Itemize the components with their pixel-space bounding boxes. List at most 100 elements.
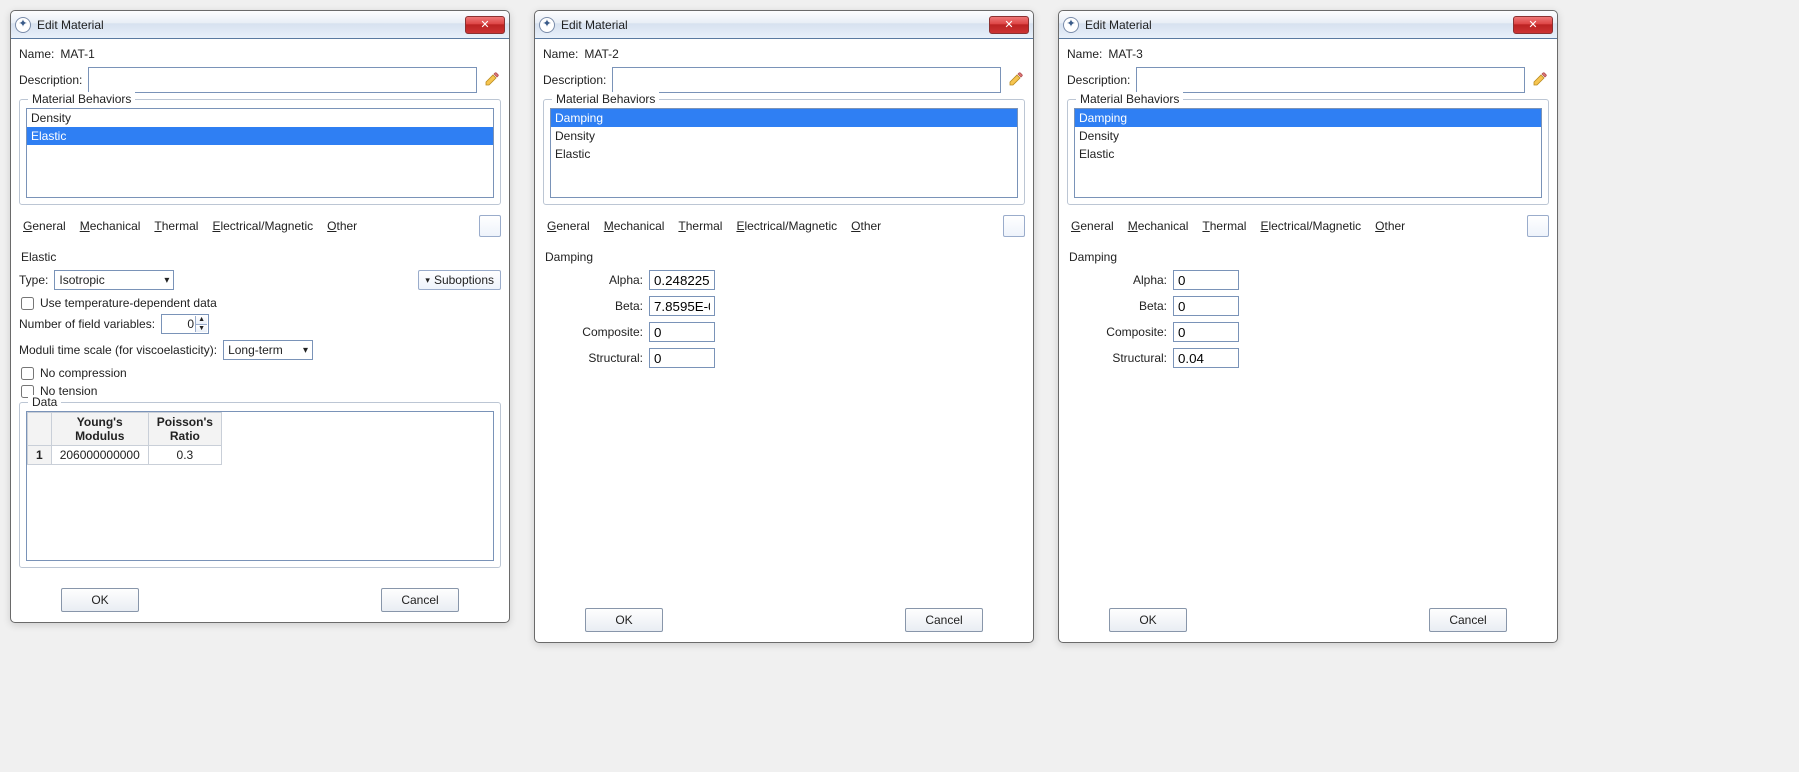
behavior-item-damping[interactable]: Damping bbox=[1075, 109, 1541, 127]
cancel-button[interactable]: Cancel bbox=[905, 608, 983, 632]
name-value: MAT-3 bbox=[1108, 47, 1142, 61]
dialog-body: Name:MAT-2 Description: Material Behaviors… bbox=[535, 39, 1033, 600]
edit-behaviors-button[interactable] bbox=[1527, 215, 1549, 237]
damping-composite-input[interactable] bbox=[649, 322, 715, 342]
type-select-value: Isotropic bbox=[59, 273, 104, 287]
menu-general[interactable]: General bbox=[1071, 219, 1114, 233]
material-behaviors-label: Material Behaviors bbox=[552, 92, 659, 106]
data-table[interactable]: Young'sModulusPoisson'sRatio120600000000… bbox=[27, 412, 222, 465]
close-button[interactable]: ✕ bbox=[1513, 16, 1553, 34]
description-label: Description: bbox=[19, 73, 82, 87]
elastic-section-title: Elastic bbox=[21, 250, 501, 264]
description-input[interactable] bbox=[88, 67, 477, 93]
no-tension-checkbox-row[interactable]: No tension bbox=[21, 384, 501, 398]
description-input[interactable] bbox=[612, 67, 1001, 93]
edit-behaviors-button[interactable] bbox=[1003, 215, 1025, 237]
use-temp-checkbox-row[interactable]: Use temperature-dependent data bbox=[21, 296, 501, 310]
edit-description-button[interactable] bbox=[1531, 71, 1549, 89]
damping-composite-input[interactable] bbox=[1173, 322, 1239, 342]
menu-electrical-magnetic[interactable]: Electrical/Magnetic bbox=[212, 219, 313, 233]
window-title: Edit Material bbox=[1085, 18, 1152, 32]
name-row: Name:MAT-2 bbox=[543, 47, 1025, 61]
behavior-item-elastic[interactable]: Elastic bbox=[551, 145, 1017, 163]
data-table-container[interactable]: Young'sModulusPoisson'sRatio120600000000… bbox=[26, 411, 494, 561]
menu-thermal[interactable]: Thermal bbox=[1202, 219, 1246, 233]
ok-button[interactable]: OK bbox=[61, 588, 139, 612]
menu-other[interactable]: Other bbox=[327, 219, 357, 233]
menu-mechanical[interactable]: Mechanical bbox=[80, 219, 141, 233]
description-label: Description: bbox=[543, 73, 606, 87]
damping-row-beta: Beta: bbox=[563, 296, 1025, 316]
menu-electrical-magnetic[interactable]: Electrical/Magnetic bbox=[1260, 219, 1361, 233]
menu-mechanical[interactable]: Mechanical bbox=[1128, 219, 1189, 233]
data-row[interactable]: 12060000000000.3 bbox=[28, 446, 222, 465]
ok-button[interactable]: OK bbox=[585, 608, 663, 632]
type-row: Type:Isotropic▾▾Suboptions bbox=[19, 270, 501, 290]
edit-behaviors-button[interactable] bbox=[479, 215, 501, 237]
behavior-item-elastic[interactable]: Elastic bbox=[27, 127, 493, 145]
no-compression-checkbox-row[interactable]: No compression bbox=[21, 366, 501, 380]
cancel-button[interactable]: Cancel bbox=[1429, 608, 1507, 632]
damping-row-composite: Composite: bbox=[563, 322, 1025, 342]
menu-mechanical[interactable]: Mechanical bbox=[604, 219, 665, 233]
cancel-button[interactable]: Cancel bbox=[381, 588, 459, 612]
window-title: Edit Material bbox=[37, 18, 104, 32]
behavior-item-density[interactable]: Density bbox=[551, 127, 1017, 145]
type-select[interactable]: Isotropic▾ bbox=[54, 270, 174, 290]
menu-general[interactable]: General bbox=[547, 219, 590, 233]
close-icon: ✕ bbox=[1004, 18, 1013, 31]
spin-up-icon[interactable]: ▲ bbox=[195, 316, 207, 325]
fieldvars-spinner[interactable]: 0▲▼ bbox=[161, 314, 209, 334]
damping-alpha-input[interactable] bbox=[1173, 270, 1239, 290]
no-compression-label: No compression bbox=[40, 366, 127, 380]
behaviors-listbox[interactable]: DampingDensityElastic bbox=[1074, 108, 1542, 198]
menu-other[interactable]: Other bbox=[1375, 219, 1405, 233]
damping-beta-label: Beta: bbox=[563, 299, 643, 313]
cell-youngs[interactable]: 206000000000 bbox=[51, 446, 148, 465]
name-label: Name: bbox=[19, 47, 54, 61]
row-number: 1 bbox=[28, 446, 52, 465]
damping-alpha-input[interactable] bbox=[649, 270, 715, 290]
moduli-select[interactable]: Long-term▾ bbox=[223, 340, 313, 360]
behavior-item-damping[interactable]: Damping bbox=[551, 109, 1017, 127]
no-compression-checkbox[interactable] bbox=[21, 367, 34, 380]
behavior-item-elastic[interactable]: Elastic bbox=[1075, 145, 1541, 163]
titlebar[interactable]: ✦Edit Material✕ bbox=[1059, 11, 1557, 39]
edit-description-button[interactable] bbox=[483, 71, 501, 89]
name-label: Name: bbox=[543, 47, 578, 61]
fieldvars-value: 0 bbox=[187, 317, 194, 331]
menu-general[interactable]: General bbox=[23, 219, 66, 233]
damping-structural-input[interactable] bbox=[1173, 348, 1239, 368]
edit-description-button[interactable] bbox=[1007, 71, 1025, 89]
titlebar[interactable]: ✦Edit Material✕ bbox=[535, 11, 1033, 39]
damping-structural-input[interactable] bbox=[649, 348, 715, 368]
data-label: Data bbox=[28, 395, 61, 409]
chevron-down-icon: ▾ bbox=[303, 345, 308, 356]
data-col-1[interactable]: Poisson'sRatio bbox=[148, 413, 221, 446]
damping-beta-input[interactable] bbox=[1173, 296, 1239, 316]
spin-down-icon[interactable]: ▼ bbox=[195, 325, 207, 333]
menu-thermal[interactable]: Thermal bbox=[154, 219, 198, 233]
damping-beta-input[interactable] bbox=[649, 296, 715, 316]
cell-poisson[interactable]: 0.3 bbox=[148, 446, 221, 465]
ok-button[interactable]: OK bbox=[1109, 608, 1187, 632]
close-button[interactable]: ✕ bbox=[989, 16, 1029, 34]
close-button[interactable]: ✕ bbox=[465, 16, 505, 34]
titlebar[interactable]: ✦ Edit Material ✕ bbox=[11, 11, 509, 39]
menu-other[interactable]: Other bbox=[851, 219, 881, 233]
behavior-menubar: General Mechanical Thermal Electrical/Magne… bbox=[1067, 211, 1549, 244]
menu-thermal[interactable]: Thermal bbox=[678, 219, 722, 233]
suboptions-button[interactable]: ▾ Suboptions bbox=[418, 270, 501, 290]
behavior-item-density[interactable]: Density bbox=[27, 109, 493, 127]
behavior-item-density[interactable]: Density bbox=[1075, 127, 1541, 145]
app-icon: ✦ bbox=[15, 17, 31, 33]
data-col-0[interactable]: Young'sModulus bbox=[51, 413, 148, 446]
behaviors-listbox[interactable]: DampingDensityElastic bbox=[550, 108, 1018, 198]
use-temp-checkbox[interactable] bbox=[21, 297, 34, 310]
damping-beta-label: Beta: bbox=[1087, 299, 1167, 313]
behaviors-listbox[interactable]: DensityElastic bbox=[26, 108, 494, 198]
chevron-down-icon: ▾ bbox=[425, 275, 430, 286]
menu-electrical-magnetic[interactable]: Electrical/Magnetic bbox=[736, 219, 837, 233]
description-input[interactable] bbox=[1136, 67, 1525, 93]
suboptions-label: Suboptions bbox=[434, 273, 494, 287]
